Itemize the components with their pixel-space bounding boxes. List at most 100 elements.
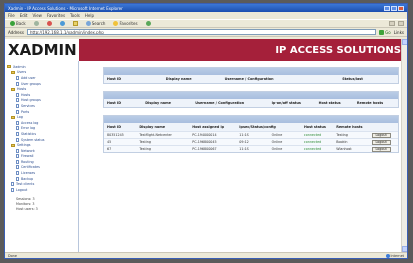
menu-favorites[interactable]: Favorites [47,13,65,18]
menu-view[interactable]: View [32,13,42,18]
search-button[interactable]: Search [84,21,108,27]
document-icon [16,103,19,108]
col-ipsec: Ipsec/Status/config [239,125,276,129]
col-host-status: Host status [318,101,341,105]
star-icon [113,21,119,26]
sidebar-item-label: Logout [16,187,28,192]
vertical-scrollbar[interactable] [401,39,407,252]
sidebar-item-label: Services [21,103,35,108]
sidebar-item-label: Users [17,70,27,75]
folder-icon [7,65,11,69]
go-button[interactable]: Go [379,29,391,35]
document-icon [16,109,19,114]
sidebar-item-label: System status [21,137,45,142]
cell-ipsec: 11:1S [239,147,249,151]
sidebar-item-label: User groups [21,81,41,86]
logout-button[interactable]: Logout [371,146,391,152]
col-host-ip: Host assigned ip [192,125,225,129]
address-input[interactable] [26,29,377,35]
panel-header [104,92,398,99]
sidebar-item-label: Certificates [21,165,40,170]
panel-active-hosts: Host ID Display name Username / Configur… [103,67,399,84]
maximize-button[interactable] [391,5,397,11]
col-status: Status/last [342,77,363,81]
panel-columns: Host ID Display name Username / Configur… [104,75,398,83]
menu-file[interactable]: File [8,13,15,18]
forward-button[interactable] [32,21,41,27]
panel-connected-hosts: Host ID Display name Host assigned ip Ip… [103,115,399,153]
document-icon [11,187,14,192]
host-users-count: Host users: 3 [16,207,38,212]
panel-header [104,116,398,123]
menu-help[interactable]: Help [85,13,94,18]
cell-remote-host: Testing [336,133,348,137]
table-row: 45 Testing PC-196800045 09:12 Online connecte… [104,138,398,145]
cell-online: Online [271,133,283,137]
address-label: Address [8,29,24,35]
table-row: 67 Testing PC-196800067 11:1S Online connecte… [104,145,398,152]
panel-columns: Host ID Display name Username / Configur… [104,99,398,107]
document-icon [16,75,19,80]
status-bar: Done Internet [5,252,407,258]
folder-icon [11,87,15,91]
stop-icon [46,21,52,26]
search-icon [85,21,91,26]
cell-remote-host: Wlanhost [336,147,352,151]
cell-host-ip: PC-196800067 [192,147,217,151]
back-button[interactable]: Back [8,21,28,27]
scroll-up-button[interactable] [402,39,407,45]
col-display-name: Display name [139,125,166,129]
sidebar-item-label: Backup [21,176,34,181]
sidebar-item-label: Log [17,115,23,120]
menu-edit[interactable]: Edit [20,13,28,18]
minimize-button[interactable] [384,5,390,11]
panel-columns: Host ID Display name Host assigned ip Ip… [104,123,398,131]
menu-tools[interactable]: Tools [70,13,80,18]
nav-tree: Xadmin Users Add user User groups Hosts Hosts… [7,64,76,193]
panel-header [104,68,398,75]
toolbar: Back Search Favorites [5,19,407,28]
favorites-button[interactable]: Favorites [111,21,139,27]
sidebar-item-label: Host groups [21,98,41,103]
sidebar-item-label: Error log [21,126,36,131]
refresh-button[interactable] [58,21,67,27]
col-display-name: Display name [145,101,171,105]
cell-display-name: Testing [139,140,151,144]
print-icon[interactable] [398,21,404,26]
sidebar-item-label: Xadmin [13,64,26,69]
brand-tagline: IP ACCESS SOLUTIONS [79,39,407,61]
document-icon [16,165,19,170]
close-button[interactable] [398,5,404,11]
folder-icon [11,70,15,74]
logout-button[interactable]: Logout [371,132,391,138]
sidebar-item-label: Firewall [21,154,34,159]
go-arrow-icon [379,29,385,35]
sidebar-item-logout[interactable]: Logout [7,187,76,193]
banner: XADMIN IP ACCESS SOLUTIONS [5,39,407,61]
sidebar-item-label: Statistics [21,131,37,136]
logout-button[interactable]: Logout [371,139,391,145]
sidebar-item-label: Test clients [16,182,35,187]
col-username: Username / Configuration [224,77,274,81]
cell-host-ip: PC-196800045 [192,140,217,144]
document-icon [16,176,19,181]
document-icon [11,182,14,187]
col-username: Username / Configuration [195,101,245,105]
history-button[interactable] [144,21,153,27]
host-rows: 80351245 Testflight-Netcenter PC-194000014… [104,131,398,152]
links-label[interactable]: Links [394,30,404,35]
history-icon [145,21,151,26]
stop-button[interactable] [45,21,54,27]
home-button[interactable] [71,21,80,27]
cell-host-status: connected [303,147,322,151]
cell-host-status: connected [303,140,322,144]
search-label: Search [91,21,106,26]
col-host-id: Host ID [107,101,122,105]
table-row: 80351245 Testflight-Netcenter PC-194000014… [104,131,398,138]
document-icon [16,120,19,125]
sidebar-item-label: Network [21,148,35,153]
cell-ipsec: 09:12 [239,140,249,144]
refresh-icon [59,21,65,26]
browser-window: Xadmin - IP Access Solutions - Microsoft… [4,3,408,259]
mail-icon[interactable] [389,21,395,26]
